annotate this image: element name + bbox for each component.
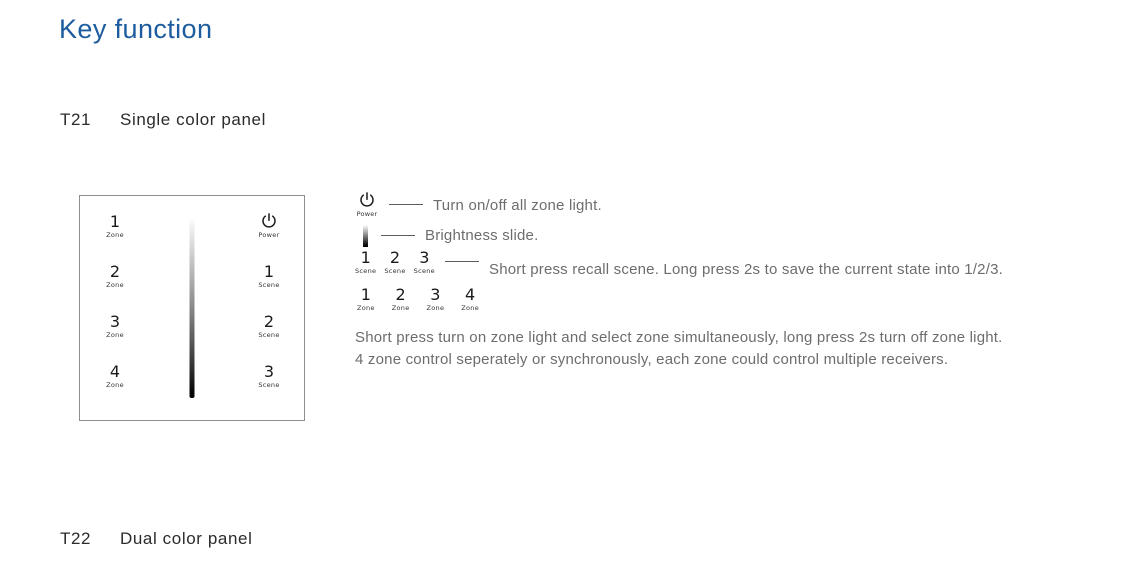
panel-key-scene-1[interactable]: 1 Scene: [258, 263, 279, 313]
panel-key-power-label: Power: [258, 231, 280, 239]
legend-key-scene-2[interactable]: 2 Scene: [384, 249, 405, 276]
legend-key-scene-3-number: 3: [419, 248, 430, 267]
panel-key-scene-2-label: Scene: [258, 331, 280, 339]
legend-scene-keys: 1 Scene 2 Scene 3 Scene: [355, 249, 435, 276]
legend-zone-paragraph: Short press turn on zone light and selec…: [355, 327, 1095, 371]
section-name-t22: Dual color panel: [120, 529, 253, 548]
panel-key-zone-2-number: 2: [109, 262, 121, 281]
legend-dash-icon: [444, 261, 479, 262]
panel-left-column: 1 Zone 2 Zone 3 Zone 4 Zone: [85, 196, 145, 420]
section-code-t21: T21: [60, 110, 92, 129]
section-name-t21: Single color panel: [120, 110, 266, 129]
page-title: Key function: [59, 14, 213, 44]
section-code-t22: T22: [60, 529, 92, 548]
legend-key-zone-1-label: Zone: [357, 304, 375, 312]
panel-key-zone-2[interactable]: 2 Zone: [106, 263, 124, 313]
legend-key-zone-2[interactable]: 2 Zone: [392, 286, 410, 313]
legend-row-brightness: Brightness slide.: [355, 223, 1095, 247]
legend-key-zone-1-number: 1: [360, 285, 371, 304]
panel-key-scene-3[interactable]: 3 Scene: [258, 363, 279, 413]
legend-key-zone-3[interactable]: 3 Zone: [427, 286, 445, 313]
legend-zone-paragraph-line-1: Short press turn on zone light and selec…: [355, 329, 1003, 346]
legend-power-label: Power: [356, 210, 378, 218]
panel-key-scene-2-number: 2: [263, 312, 275, 331]
legend-power-key: Power: [355, 192, 379, 219]
panel-key-scene-1-label: Scene: [258, 281, 280, 289]
legend-key-zone-3-number: 3: [430, 285, 441, 304]
panel-key-zone-4-label: Zone: [106, 381, 124, 389]
legend-scene-description: Short press recall scene. Long press 2s …: [488, 261, 1003, 278]
panel-key-zone-2-label: Zone: [106, 281, 124, 289]
panel-key-zone-1-label: Zone: [106, 231, 124, 239]
panel-key-scene-2[interactable]: 2 Scene: [258, 313, 279, 363]
legend-block: Power Turn on/off all zone light. Bright…: [355, 192, 1095, 371]
legend-key-scene-2-number: 2: [389, 248, 401, 267]
legend-key-scene-1[interactable]: 1 Scene: [355, 249, 376, 276]
panel-right-column: Power 1 Scene 2 Scene 3 Scene: [239, 196, 299, 420]
legend-key-zone-2-label: Zone: [391, 304, 410, 312]
legend-row-power: Power Turn on/off all zone light.: [355, 192, 1095, 219]
legend-brightness-description: Brightness slide.: [425, 227, 539, 244]
legend-key-zone-3-label: Zone: [426, 304, 445, 312]
legend-dash-icon: [381, 235, 415, 236]
legend-power-description: Turn on/off all zone light.: [433, 197, 602, 214]
legend-key-zone-1[interactable]: 1 Zone: [357, 286, 375, 313]
panel-key-zone-3-label: Zone: [106, 331, 124, 339]
panel-key-zone-3-number: 3: [109, 312, 121, 331]
legend-zone-paragraph-line-2: 4 zone control seperately or synchronous…: [355, 351, 949, 368]
panel-key-scene-3-number: 3: [263, 362, 275, 381]
legend-key-scene-2-label: Scene: [384, 267, 406, 275]
section-heading-t22: T22 Dual color panel: [60, 529, 252, 549]
legend-row-scene: 1 Scene 2 Scene 3 Scene Short press reca…: [355, 249, 1095, 280]
legend-key-scene-1-label: Scene: [355, 267, 377, 275]
power-icon: [261, 213, 277, 230]
section-heading-t21: T21 Single color panel: [60, 110, 266, 130]
panel-key-zone-3[interactable]: 3 Zone: [106, 313, 124, 363]
legend-zone-keys: 1 Zone 2 Zone 3 Zone 4 Zone: [357, 286, 1095, 313]
panel-key-zone-4[interactable]: 4 Zone: [106, 363, 124, 413]
legend-dash-icon: [389, 204, 423, 205]
legend-key-scene-3-label: Scene: [413, 267, 435, 275]
legend-key-scene-3[interactable]: 3 Scene: [414, 249, 435, 276]
legend-key-zone-2-number: 2: [395, 285, 406, 304]
panel-key-zone-4-number: 4: [109, 362, 121, 381]
panel-key-zone-1-number: 1: [109, 212, 121, 231]
brightness-slider-icon: [363, 225, 368, 247]
t21-panel-illustration: 1 Zone 2 Zone 3 Zone 4 Zone Power 1 Scen…: [79, 195, 305, 421]
panel-key-zone-1[interactable]: 1 Zone: [106, 213, 124, 263]
legend-key-scene-1-number: 1: [360, 248, 371, 267]
legend-key-zone-4-label: Zone: [461, 304, 479, 312]
panel-key-scene-3-label: Scene: [258, 381, 280, 389]
panel-brightness-slider[interactable]: [189, 218, 195, 398]
legend-key-zone-4[interactable]: 4 Zone: [461, 286, 479, 313]
power-icon: [359, 192, 375, 209]
panel-key-scene-1-number: 1: [263, 262, 275, 281]
panel-key-power[interactable]: Power: [258, 213, 279, 263]
legend-key-zone-4-number: 4: [465, 285, 476, 304]
